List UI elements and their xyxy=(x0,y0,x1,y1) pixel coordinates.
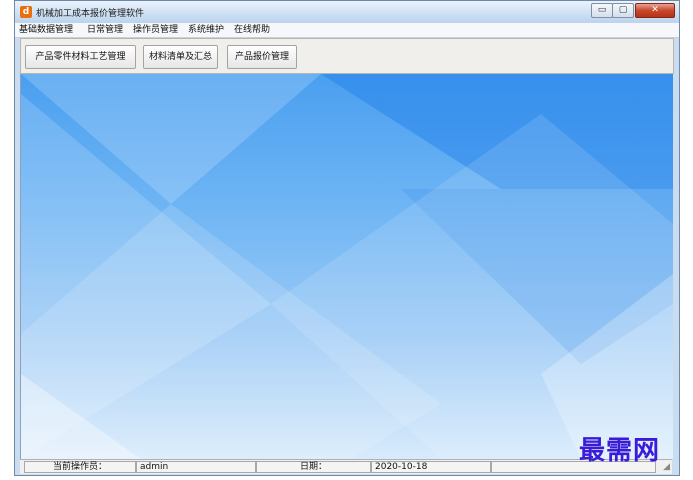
menu-daily[interactable]: 日常管理 xyxy=(87,25,123,35)
menu-operator[interactable]: 操作员管理 xyxy=(133,25,178,35)
menu-help[interactable]: 在线帮助 xyxy=(234,25,270,35)
date-label: 日期： xyxy=(256,461,371,473)
app-window: d 机械加工成本报价管理软件 ▭ ▢ ✕ 基础数据管理 日常管理 操作员管理 系… xyxy=(14,0,680,476)
product-quote-button[interactable]: 产品报价管理 xyxy=(227,45,297,69)
background-canvas xyxy=(20,74,673,459)
menu-system[interactable]: 系统维护 xyxy=(188,25,224,35)
maximize-button[interactable]: ▢ xyxy=(612,3,634,18)
background-pattern xyxy=(21,74,673,459)
menu-bar: 基础数据管理 日常管理 操作员管理 系统维护 在线帮助 xyxy=(15,23,679,38)
window-title: 机械加工成本报价管理软件 xyxy=(36,9,145,19)
toolbar: 产品零件材料工艺管理 材料清单及汇总 产品报价管理 xyxy=(20,38,674,74)
operator-value: admin xyxy=(136,461,256,473)
watermark-text: 最需网 xyxy=(579,436,661,466)
close-button[interactable]: ✕ xyxy=(635,3,675,18)
material-list-button[interactable]: 材料清单及汇总 xyxy=(143,45,218,69)
operator-label: 当前操作员： xyxy=(24,461,136,473)
status-bar: 当前操作员： admin 日期： 2020-10-18 ◢ xyxy=(20,459,672,474)
menu-basic-data[interactable]: 基础数据管理 xyxy=(19,25,73,35)
minimize-button[interactable]: ▭ xyxy=(591,3,613,18)
title-bar[interactable]: d 机械加工成本报价管理软件 ▭ ▢ ✕ xyxy=(15,1,679,24)
parts-material-process-button[interactable]: 产品零件材料工艺管理 xyxy=(25,45,136,69)
app-icon: d xyxy=(20,6,32,18)
date-value: 2020-10-18 xyxy=(371,461,491,473)
